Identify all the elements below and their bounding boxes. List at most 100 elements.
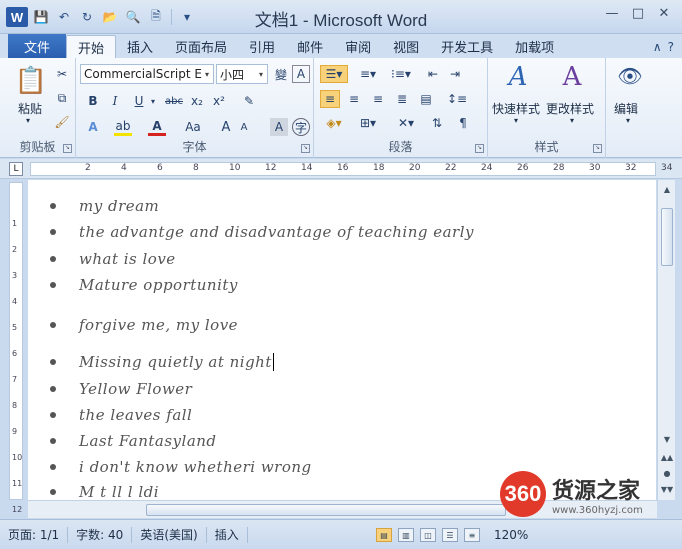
grow-font-button[interactable]: A (218, 118, 234, 136)
superscript-button[interactable]: x² (210, 92, 228, 110)
chevron-down-icon[interactable]: ▾ (201, 65, 213, 83)
horizontal-ruler[interactable]: 2 4 6 8 10 12 14 16 18 20 22 24 26 28 30 32 34 (30, 162, 672, 176)
shrink-font-button[interactable]: A (236, 118, 252, 136)
vertical-ruler[interactable]: 1 2 3 4 5 6 7 8 9 10 11 12 (9, 182, 23, 514)
print-layout-icon[interactable]: ▤ (376, 528, 392, 542)
tab-mailings[interactable]: 邮件 (286, 35, 334, 58)
full-screen-reading-icon[interactable]: ▥ (398, 528, 414, 542)
list-item[interactable]: the leaves fall (50, 406, 192, 424)
list-item[interactable]: Yellow Flower (50, 380, 192, 398)
list-item[interactable]: what is love (50, 250, 176, 268)
list-item[interactable]: Mature opportunity (50, 276, 238, 294)
list-item[interactable]: M t ll l ldi (50, 483, 159, 500)
quick-styles-icon[interactable]: A (498, 62, 538, 92)
underline-button[interactable]: U (130, 92, 148, 110)
close-button[interactable]: ✕ (652, 4, 676, 22)
tab-review[interactable]: 审阅 (334, 35, 382, 58)
font-name-combo[interactable]: CommercialScript E ▾ (80, 64, 214, 84)
minimize-ribbon-icon[interactable]: ∧ (653, 40, 662, 54)
tab-references[interactable]: 引用 (238, 35, 286, 58)
help-icon[interactable]: ? (668, 40, 674, 54)
text-effects-icon[interactable]: A (84, 118, 102, 136)
quick-styles-button[interactable]: 快速样式 (492, 100, 540, 117)
chinese-layout-icon[interactable]: ✕▾ (392, 114, 420, 132)
tab-view[interactable]: 视图 (382, 35, 430, 58)
scroll-up-icon[interactable]: ▲ (658, 182, 676, 196)
outline-view-icon[interactable]: ☰ (442, 528, 458, 542)
bold-button[interactable]: B (84, 92, 102, 110)
tab-addins[interactable]: 加载项 (504, 35, 565, 58)
format-painter-icon[interactable]: 🖌 (54, 114, 70, 130)
char-shading-icon[interactable]: A (270, 118, 288, 136)
sort-icon[interactable]: ⇅ (428, 114, 446, 132)
align-left-button[interactable]: ≡ (320, 90, 340, 108)
vertical-scrollbar[interactable]: ▲ ▼ ▲▲ ● ▼▼ (657, 180, 675, 500)
line-spacing-icon[interactable]: ↕≡ (444, 90, 470, 108)
horizontal-scroll-thumb[interactable] (146, 504, 506, 516)
align-center-button[interactable]: ≡ (344, 90, 364, 108)
change-case-button[interactable]: Aa (182, 118, 204, 136)
paragraph-launcher-icon[interactable]: ↘ (475, 144, 484, 153)
highlight-icon[interactable]: ab (114, 118, 132, 136)
clipboard-launcher-icon[interactable]: ↘ (63, 144, 72, 153)
shading-icon[interactable]: ◈▾ (320, 114, 348, 132)
minimize-button[interactable]: — (600, 4, 624, 22)
editing-dropdown-icon[interactable]: ▾ (626, 116, 630, 125)
show-marks-icon[interactable]: ¶ (454, 114, 472, 132)
vertical-scroll-thumb[interactable] (661, 208, 673, 266)
change-styles-button[interactable]: 更改样式 (546, 100, 594, 117)
list-item[interactable]: the advantge and disadvantage of teachin… (50, 223, 474, 241)
font-size-combo[interactable]: 小四 ▾ (216, 64, 268, 84)
increase-indent-icon[interactable]: ⇥ (446, 65, 464, 83)
subscript-button[interactable]: x₂ (188, 92, 206, 110)
tab-insert[interactable]: 插入 (116, 35, 164, 58)
list-item[interactable]: Missing quietly at night (50, 353, 274, 371)
tab-file[interactable]: 文件 (8, 34, 66, 58)
cut-icon[interactable]: ✂ (54, 66, 70, 82)
web-layout-icon[interactable]: ◫ (420, 528, 436, 542)
draft-view-icon[interactable]: ≡ (464, 528, 480, 542)
zoom-level[interactable]: 120% (494, 528, 528, 542)
multilevel-list-button[interactable]: ⁝≡▾ (386, 65, 416, 83)
language-indicator[interactable]: 英语(美国) (132, 526, 207, 543)
scroll-down-icon[interactable]: ▼ (658, 432, 676, 446)
binoculars-icon[interactable]: 👁 (612, 64, 648, 88)
enclose-char-icon[interactable]: 字 (292, 118, 310, 136)
restore-button[interactable]: □ (626, 4, 650, 22)
insert-mode-indicator[interactable]: 插入 (207, 526, 248, 543)
previous-page-icon[interactable]: ▲▲ (658, 450, 676, 464)
char-border-icon[interactable]: A (292, 65, 310, 83)
font-color-icon[interactable]: A (148, 118, 166, 136)
copy-icon[interactable]: ⧉ (54, 90, 70, 106)
list-item[interactable]: Last Fantasyland (50, 432, 217, 450)
editing-button[interactable]: 编辑 (614, 100, 638, 117)
decrease-indent-icon[interactable]: ⇤ (424, 65, 442, 83)
clear-formatting-icon[interactable]: ✎ (238, 92, 260, 110)
chevron-down-icon[interactable]: ▾ (255, 65, 267, 83)
styles-launcher-icon[interactable]: ↘ (593, 144, 602, 153)
strikethrough-button[interactable]: abc (162, 92, 186, 110)
paste-icon[interactable]: 📋 (14, 66, 48, 96)
italic-button[interactable]: I (106, 92, 124, 110)
bullets-button[interactable]: ☰▾ (320, 65, 348, 83)
document-page[interactable]: my dream the advantge and disadvantage of… (28, 180, 656, 500)
tab-developer[interactable]: 开发工具 (430, 35, 504, 58)
tab-page-layout[interactable]: 页面布局 (164, 35, 238, 58)
list-item[interactable]: i don't know whetheri wrong (50, 458, 312, 476)
distributed-button[interactable]: ▤ (416, 90, 436, 108)
page-count[interactable]: 页面: 1/1 (0, 526, 69, 543)
justify-button[interactable]: ≣ (392, 90, 412, 108)
numbering-button[interactable]: ≡▾ (354, 65, 382, 83)
font-launcher-icon[interactable]: ↘ (301, 144, 310, 153)
tab-home[interactable]: 开始 (66, 35, 117, 58)
borders-icon[interactable]: ⊞▾ (354, 114, 382, 132)
list-item[interactable]: forgive me, my love (50, 316, 238, 334)
tab-selector[interactable]: L (9, 162, 23, 176)
phonetic-guide-icon[interactable]: 變 (272, 65, 290, 83)
align-right-button[interactable]: ≡ (368, 90, 388, 108)
quick-styles-dropdown-icon[interactable]: ▾ (514, 116, 518, 125)
change-styles-dropdown-icon[interactable]: ▾ (570, 116, 574, 125)
word-count[interactable]: 字数: 40 (68, 526, 133, 543)
change-styles-icon[interactable]: A (552, 62, 592, 92)
paste-button[interactable]: 粘贴 (18, 100, 42, 117)
